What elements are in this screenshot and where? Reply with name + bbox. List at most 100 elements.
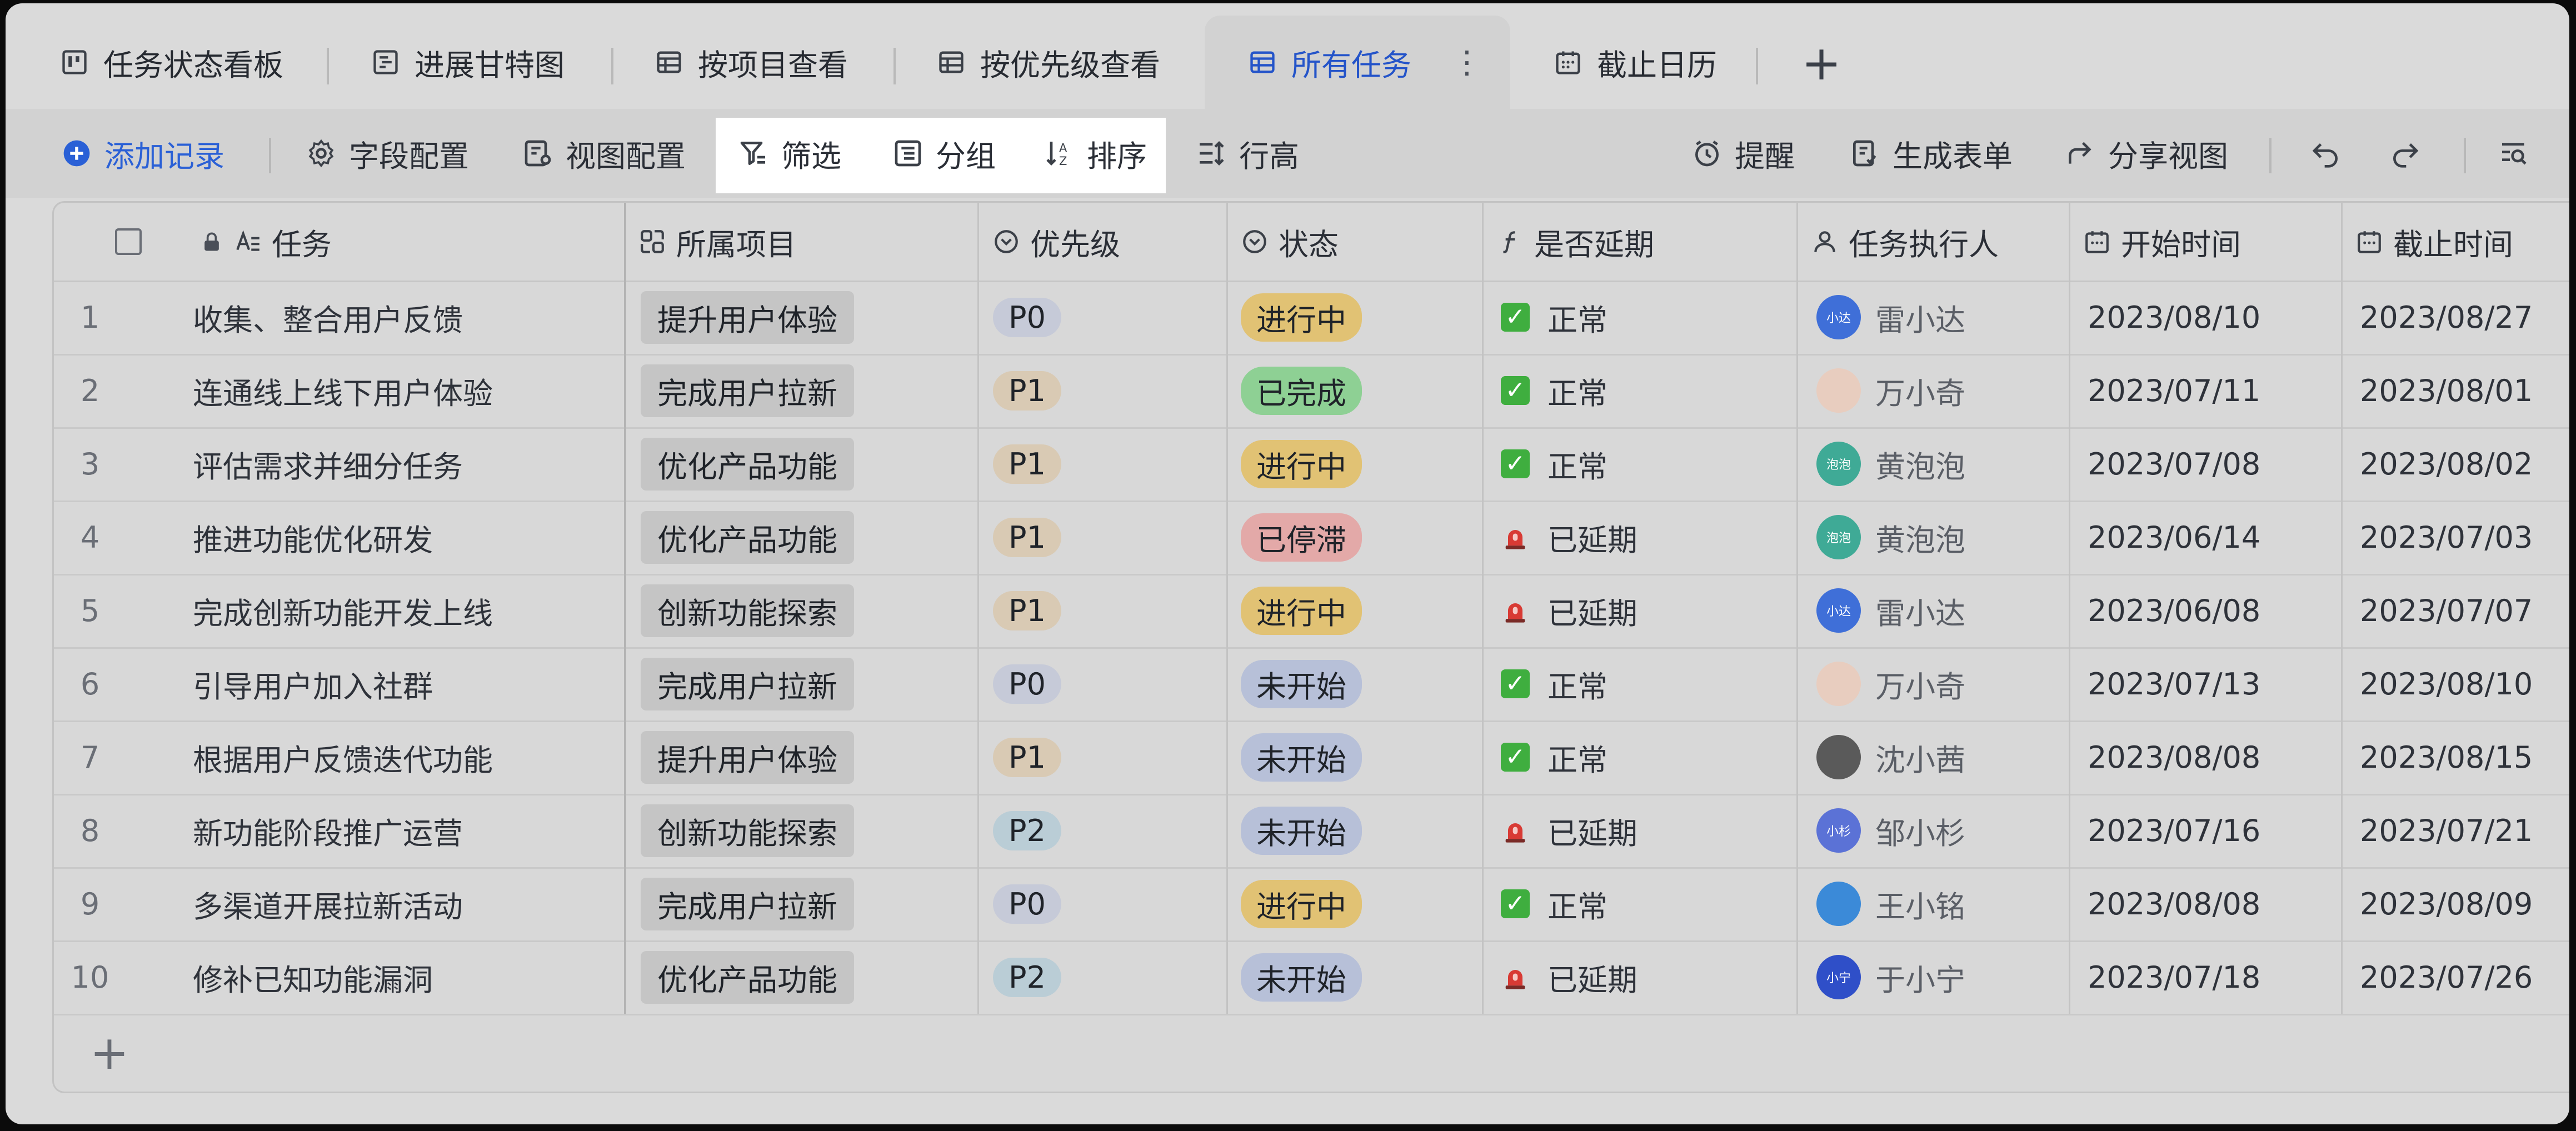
generate-form-button[interactable]: 生成表单 <box>1849 127 2013 180</box>
due-date[interactable]: 2023/08/15 <box>2360 720 2533 794</box>
group-button[interactable]: 分组 <box>892 127 996 180</box>
due-date[interactable]: 2023/07/26 <box>2360 940 2533 1014</box>
table-row[interactable]: 1 收集、整合用户反馈 提升用户体验 P0 进行中 ✓ 正常 小达 雷小达 2023… <box>54 281 2569 356</box>
table-row[interactable]: 6 引导用户加入社群 完成用户拉新 P0 未开始 ✓ 正常 万小奇 2023/07… <box>54 647 2569 722</box>
status-cell[interactable]: 未开始 <box>1241 647 1362 720</box>
start-date[interactable]: 2023/07/08 <box>2088 427 2260 501</box>
priority-cell[interactable]: P1 <box>993 354 1061 427</box>
table-row[interactable]: 2 连通线上线下用户体验 完成用户拉新 P1 已完成 ✓ 正常 万小奇 2023/… <box>54 354 2569 429</box>
field-config-button[interactable]: 字段配置 <box>306 127 469 180</box>
project-cell[interactable]: 优化产品功能 <box>641 501 854 574</box>
column-header-assignee[interactable]: 任务执行人 <box>1799 203 2071 281</box>
task-name[interactable]: 连通线上线下用户体验 <box>193 354 493 427</box>
reminder-button[interactable]: 提醒 <box>1691 127 1795 180</box>
add-record-button[interactable]: 添加记录 <box>61 127 224 180</box>
start-date[interactable]: 2023/06/08 <box>2088 574 2260 647</box>
priority-cell[interactable]: P1 <box>993 427 1061 501</box>
due-date[interactable]: 2023/07/21 <box>2360 794 2533 867</box>
status-cell[interactable]: 进行中 <box>1241 281 1362 354</box>
priority-cell[interactable]: P1 <box>993 574 1061 647</box>
priority-cell[interactable]: P0 <box>993 867 1061 940</box>
filter-button[interactable]: 筛选 <box>738 127 841 180</box>
start-date[interactable]: 2023/07/16 <box>2088 794 2260 867</box>
status-cell[interactable]: 未开始 <box>1241 940 1362 1014</box>
assignee-cell[interactable]: 王小铭 <box>1816 867 1965 940</box>
view-config-button[interactable]: 视图配置 <box>522 127 686 180</box>
start-date[interactable]: 2023/08/08 <box>2088 720 2260 794</box>
status-cell[interactable]: 已完成 <box>1241 354 1362 427</box>
table-row[interactable]: 9 多渠道开展拉新活动 完成用户拉新 P0 进行中 ✓ 正常 王小铭 2023/0… <box>54 867 2569 942</box>
project-cell[interactable]: 完成用户拉新 <box>641 354 854 427</box>
due-date[interactable]: 2023/08/27 <box>2360 281 2533 354</box>
tab-by-priority[interactable]: 按优先级查看 <box>893 16 1205 109</box>
assignee-cell[interactable]: 小杉 邹小杉 <box>1816 794 1965 867</box>
start-date[interactable]: 2023/07/18 <box>2088 940 2260 1014</box>
task-name[interactable]: 多渠道开展拉新活动 <box>193 867 463 940</box>
select-all-checkbox[interactable] <box>103 203 142 281</box>
task-name[interactable]: 完成创新功能开发上线 <box>193 574 493 647</box>
status-cell[interactable]: 未开始 <box>1241 794 1362 867</box>
redo-button[interactable] <box>2389 127 2420 180</box>
start-date[interactable]: 2023/08/10 <box>2088 281 2260 354</box>
due-date[interactable]: 2023/07/03 <box>2360 501 2533 574</box>
table-row[interactable]: 3 评估需求并细分任务 优化产品功能 P1 进行中 ✓ 正常 泡泡 黄泡泡 2023… <box>54 427 2569 502</box>
column-header-task[interactable]: 任务 <box>187 203 632 281</box>
start-date[interactable]: 2023/08/08 <box>2088 867 2260 940</box>
project-cell[interactable]: 提升用户体验 <box>641 281 854 354</box>
task-name[interactable]: 根据用户反馈迭代功能 <box>193 720 493 794</box>
sort-button[interactable]: AZ 排序 <box>1044 127 1147 180</box>
table-row[interactable]: 10 修补已知功能漏洞 优化产品功能 P2 未开始 已延期 小宁 于小宁 2023… <box>54 940 2569 1015</box>
assignee-cell[interactable]: 小宁 于小宁 <box>1816 940 1965 1014</box>
due-date[interactable]: 2023/08/01 <box>2360 354 2533 427</box>
priority-cell[interactable]: P1 <box>993 501 1061 574</box>
task-name[interactable]: 收集、整合用户反馈 <box>193 281 463 354</box>
project-cell[interactable]: 创新功能探索 <box>641 794 854 867</box>
project-cell[interactable]: 提升用户体验 <box>641 720 854 794</box>
priority-cell[interactable]: P0 <box>993 647 1061 720</box>
project-cell[interactable]: 创新功能探索 <box>641 574 854 647</box>
project-cell[interactable]: 优化产品功能 <box>641 940 854 1014</box>
status-cell[interactable]: 进行中 <box>1241 574 1362 647</box>
assignee-cell[interactable]: 小达 雷小达 <box>1816 574 1965 647</box>
share-view-button[interactable]: 分享视图 <box>2065 127 2228 180</box>
task-name[interactable]: 引导用户加入社群 <box>193 647 433 720</box>
column-header-start[interactable]: 开始时间 <box>2071 203 2343 281</box>
task-name[interactable]: 修补已知功能漏洞 <box>193 940 433 1014</box>
table-row[interactable]: 5 完成创新功能开发上线 创新功能探索 P1 进行中 已延期 小达 雷小达 202… <box>54 574 2569 649</box>
table-row[interactable]: 4 推进功能优化研发 优化产品功能 P1 已停滞 已延期 泡泡 黄泡泡 2023/… <box>54 501 2569 575</box>
project-cell[interactable]: 优化产品功能 <box>641 427 854 501</box>
priority-cell[interactable]: P2 <box>993 940 1061 1014</box>
due-date[interactable]: 2023/08/02 <box>2360 427 2533 501</box>
start-date[interactable]: 2023/06/14 <box>2088 501 2260 574</box>
column-header-project[interactable]: 所属项目 <box>626 203 976 281</box>
search-button[interactable] <box>2498 127 2529 180</box>
priority-cell[interactable]: P0 <box>993 281 1061 354</box>
tab-gantt[interactable]: 进展甘特图 <box>328 16 606 109</box>
tab-status-board[interactable]: 任务状态看板 <box>17 16 328 109</box>
status-cell[interactable]: 进行中 <box>1241 867 1362 940</box>
assignee-cell[interactable]: 万小奇 <box>1816 647 1965 720</box>
column-header-status[interactable]: 状态 <box>1229 203 1484 281</box>
column-header-delayed[interactable]: 是否延期 <box>1484 203 1801 281</box>
priority-cell[interactable]: P2 <box>993 794 1061 867</box>
project-cell[interactable]: 完成用户拉新 <box>641 867 854 940</box>
priority-cell[interactable]: P1 <box>993 720 1061 794</box>
status-cell[interactable]: 未开始 <box>1241 720 1362 794</box>
column-header-due[interactable]: 截止时间 <box>2343 203 2569 281</box>
tab-deadline-calendar[interactable]: 截止日历 <box>1510 16 1760 109</box>
start-date[interactable]: 2023/07/13 <box>2088 647 2260 720</box>
task-name[interactable]: 评估需求并细分任务 <box>193 427 463 501</box>
tab-by-project[interactable]: 按项目查看 <box>611 16 895 109</box>
tab-all-tasks[interactable]: 所有任务 ⋮ <box>1205 16 1510 109</box>
start-date[interactable]: 2023/07/11 <box>2088 354 2260 427</box>
status-cell[interactable]: 进行中 <box>1241 427 1362 501</box>
project-cell[interactable]: 完成用户拉新 <box>641 647 854 720</box>
table-row[interactable]: 7 根据用户反馈迭代功能 提升用户体验 P1 未开始 ✓ 正常 沈小茜 2023/… <box>54 720 2569 795</box>
due-date[interactable]: 2023/08/10 <box>2360 647 2533 720</box>
due-date[interactable]: 2023/08/09 <box>2360 867 2533 940</box>
add-view-button[interactable]: + <box>1799 39 1844 87</box>
assignee-cell[interactable]: 万小奇 <box>1816 354 1965 427</box>
status-cell[interactable]: 已停滞 <box>1241 501 1362 574</box>
column-header-priority[interactable]: 优先级 <box>980 203 1230 281</box>
table-row[interactable]: 8 新功能阶段推广运营 创新功能探索 P2 未开始 已延期 小杉 邹小杉 2023… <box>54 794 2569 869</box>
